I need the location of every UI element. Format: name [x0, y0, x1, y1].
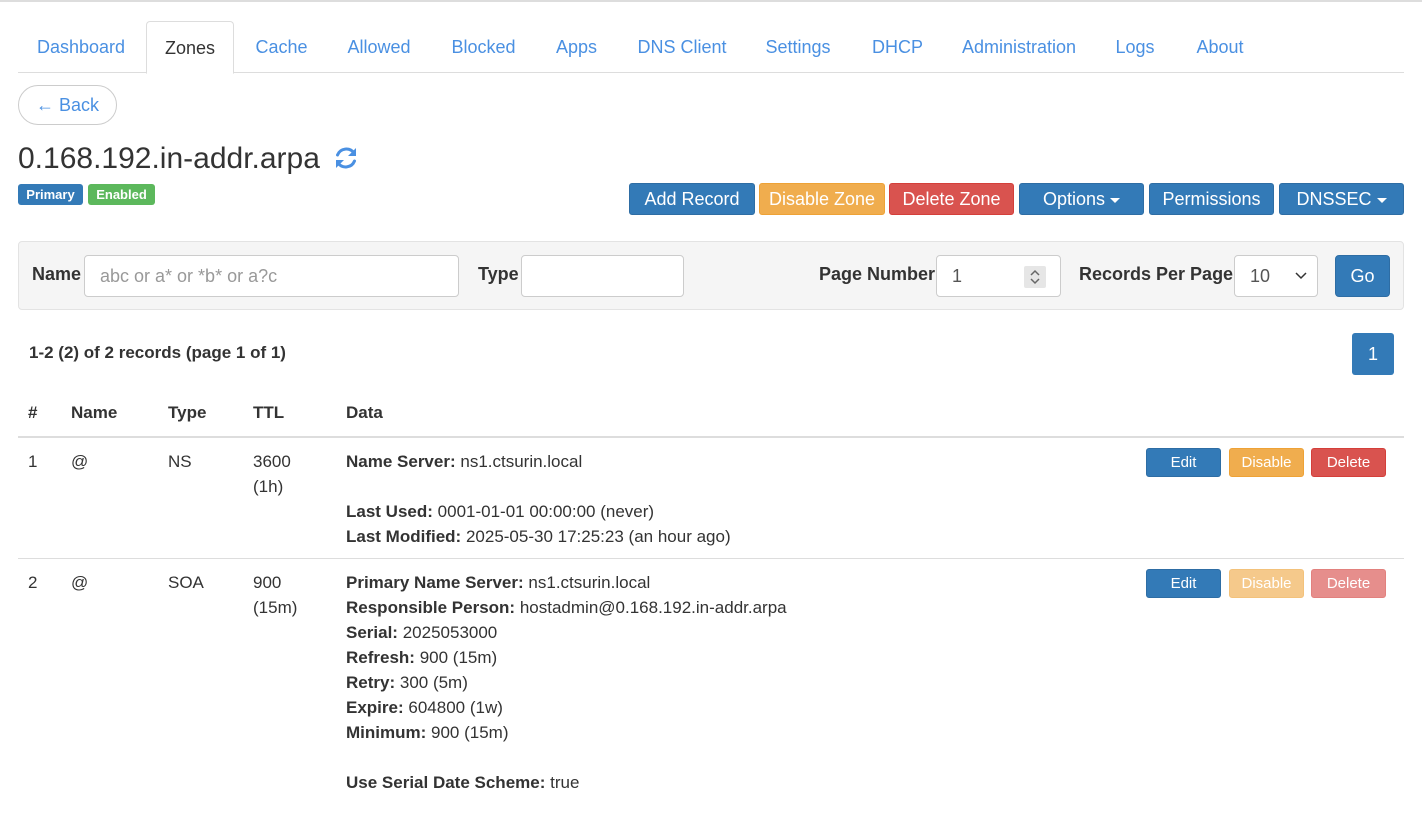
column-header-type: Type: [168, 403, 207, 422]
ttl-seconds: 900: [253, 573, 282, 592]
top-border: [0, 0, 1422, 2]
row-number: 1: [28, 452, 38, 471]
field-value: 2025-05-30 17:25:23 (an hour ago): [465, 527, 731, 546]
edit-record-button[interactable]: Edit: [1146, 448, 1221, 477]
records-per-page-select[interactable]: 10: [1234, 255, 1318, 297]
tab-blocked[interactable]: Blocked: [436, 21, 531, 73]
tab-dashboard[interactable]: Dashboard: [18, 21, 144, 73]
row-data: Primary Name Server: ns1.ctsurin.local R…: [346, 570, 787, 795]
edit-record-button[interactable]: Edit: [1146, 569, 1221, 598]
type-filter-label: Type: [478, 264, 519, 284]
name-filter-input[interactable]: [84, 255, 459, 297]
page-number-label: Page Number: [819, 264, 936, 284]
disable-record-button[interactable]: Disable: [1229, 448, 1304, 477]
caret-down-icon: [1110, 197, 1121, 203]
disable-record-button: Disable: [1229, 569, 1304, 598]
stepper-icon[interactable]: [1024, 266, 1046, 288]
dnssec-label: DNSSEC: [1296, 189, 1372, 209]
zone-title: 0.168.192.in-addr.arpa: [18, 142, 320, 175]
caret-down-icon: [1376, 197, 1387, 203]
table-header-divider: [18, 436, 1404, 438]
tab-allowed[interactable]: Allowed: [333, 21, 425, 73]
dnssec-dropdown-button[interactable]: DNSSEC: [1279, 183, 1404, 215]
ttl-seconds: 3600: [253, 452, 291, 471]
tab-zones[interactable]: Zones: [146, 21, 234, 74]
records-per-page-label: Records Per Page: [1079, 264, 1234, 284]
field-value: ns1.ctsurin.local: [460, 452, 583, 471]
field-value: hostadmin@0.168.192.in-addr.arpa: [519, 598, 787, 617]
row-divider: [18, 558, 1404, 559]
field-value: true: [550, 773, 580, 792]
field-value: 300 (5m): [399, 673, 468, 692]
row-ttl: 900 (15m): [253, 570, 297, 620]
permissions-button[interactable]: Permissions: [1149, 183, 1274, 215]
disable-zone-button[interactable]: Disable Zone: [759, 183, 885, 215]
field-label: Refresh:: [346, 648, 415, 667]
back-button[interactable]: ← Back: [18, 85, 117, 125]
tab-administration[interactable]: Administration: [949, 21, 1089, 73]
tab-settings[interactable]: Settings: [752, 21, 844, 73]
options-label: Options: [1042, 189, 1106, 209]
zone-type-badge: Primary: [18, 184, 83, 205]
field-label: Primary Name Server:: [346, 573, 524, 592]
field-label: Minimum:: [346, 723, 427, 742]
row-name: @: [71, 573, 89, 592]
field-value: 2025053000: [402, 623, 498, 642]
delete-record-button[interactable]: Delete: [1311, 448, 1386, 477]
field-label: Use Serial Date Scheme:: [346, 773, 546, 792]
chevron-down-icon: [1295, 272, 1307, 280]
delete-record-button: Delete: [1311, 569, 1386, 598]
column-header-number: #: [28, 403, 38, 422]
row-data: Name Server: ns1.ctsurin.local Last Used…: [346, 449, 731, 549]
page-number-value: 1: [952, 266, 963, 286]
page-number-input[interactable]: 1: [936, 255, 1061, 297]
row-ttl: 3600 (1h): [253, 449, 291, 499]
row-type: SOA: [168, 573, 204, 592]
field-label: Expire:: [346, 698, 404, 717]
tab-about[interactable]: About: [1185, 21, 1255, 73]
ttl-human: (1h): [253, 477, 284, 496]
name-filter-label: Name: [32, 264, 82, 284]
column-header-data: Data: [346, 403, 383, 422]
tab-apps[interactable]: Apps: [543, 21, 610, 73]
zone-status-badge: Enabled: [88, 184, 155, 205]
tab-logs[interactable]: Logs: [1103, 21, 1167, 73]
column-header-ttl: TTL: [253, 403, 285, 422]
tab-dhcp[interactable]: DHCP: [857, 21, 938, 73]
ttl-human: (15m): [253, 598, 298, 617]
field-value: ns1.ctsurin.local: [528, 573, 651, 592]
pagination-page-1[interactable]: 1: [1352, 333, 1394, 375]
main-nav-tabs: Dashboard Zones Cache Allowed Blocked Ap…: [18, 21, 1404, 74]
row-number: 2: [28, 573, 38, 592]
delete-zone-button[interactable]: Delete Zone: [889, 183, 1014, 215]
field-value: 900 (15m): [419, 648, 498, 667]
tab-dns-client[interactable]: DNS Client: [622, 21, 742, 73]
row-name: @: [71, 452, 89, 471]
go-button[interactable]: Go: [1335, 255, 1390, 297]
field-label: Serial:: [346, 623, 398, 642]
add-record-button[interactable]: Add Record: [629, 183, 755, 215]
field-label: Responsible Person:: [346, 598, 516, 617]
field-label: Retry:: [346, 673, 396, 692]
field-label: Name Server:: [346, 452, 456, 471]
field-value: 900 (15m): [431, 723, 509, 742]
field-label: Last Modified:: [346, 527, 462, 546]
records-summary: 1-2 (2) of 2 records (page 1 of 1): [29, 343, 286, 362]
refresh-icon[interactable]: [332, 144, 360, 172]
column-header-name: Name: [71, 403, 118, 422]
records-per-page-value: 10: [1250, 266, 1271, 286]
field-label: Last Used:: [346, 502, 433, 521]
options-dropdown-button[interactable]: Options: [1019, 183, 1144, 215]
tab-cache[interactable]: Cache: [240, 21, 323, 73]
record-filter-panel: Name Type Page Number 1 Records Per Page…: [18, 241, 1404, 310]
row-type: NS: [168, 452, 192, 471]
field-value: 0001-01-01 00:00:00 (never): [437, 502, 655, 521]
type-filter-input[interactable]: [521, 255, 684, 297]
field-value: 604800 (1w): [408, 698, 503, 717]
